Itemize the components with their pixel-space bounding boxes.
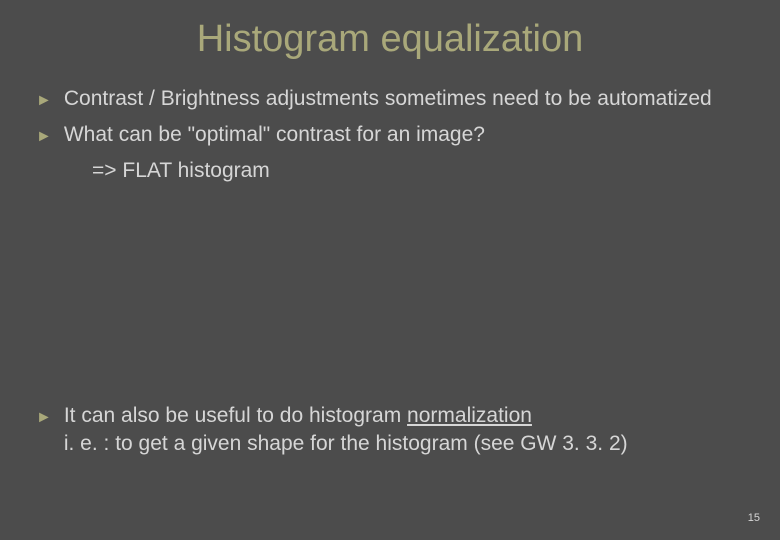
bullet-3-line2: i. e. : to get a given shape for the his… — [64, 432, 628, 455]
bullet-item-3: ► It can also be useful to do histogram … — [36, 402, 744, 459]
bullet-2-subtext: => FLAT histogram — [36, 157, 744, 185]
bullet-3-pre: It can also be useful to do histogram — [64, 404, 407, 427]
bullet-item-1: ► Contrast / Brightness adjustments some… — [36, 85, 744, 115]
bullet-text-3: It can also be useful to do histogram no… — [64, 402, 628, 459]
bullet-item-2: ► What can be "optimal" contrast for an … — [36, 121, 744, 151]
slide: Histogram equalization ► Contrast / Brig… — [0, 0, 780, 540]
slide-title: Histogram equalization — [0, 0, 780, 85]
bullet-3-underline: normalization — [407, 404, 532, 427]
bullet-text-1: Contrast / Brightness adjustments someti… — [64, 85, 712, 113]
triangle-bullet-icon: ► — [36, 123, 52, 151]
triangle-bullet-icon: ► — [36, 404, 52, 432]
triangle-bullet-icon: ► — [36, 87, 52, 115]
page-number: 15 — [748, 512, 760, 524]
content-area: ► Contrast / Brightness adjustments some… — [0, 85, 780, 185]
bottom-bullet-block: ► It can also be useful to do histogram … — [36, 402, 744, 465]
bullet-text-2: What can be "optimal" contrast for an im… — [64, 121, 485, 149]
